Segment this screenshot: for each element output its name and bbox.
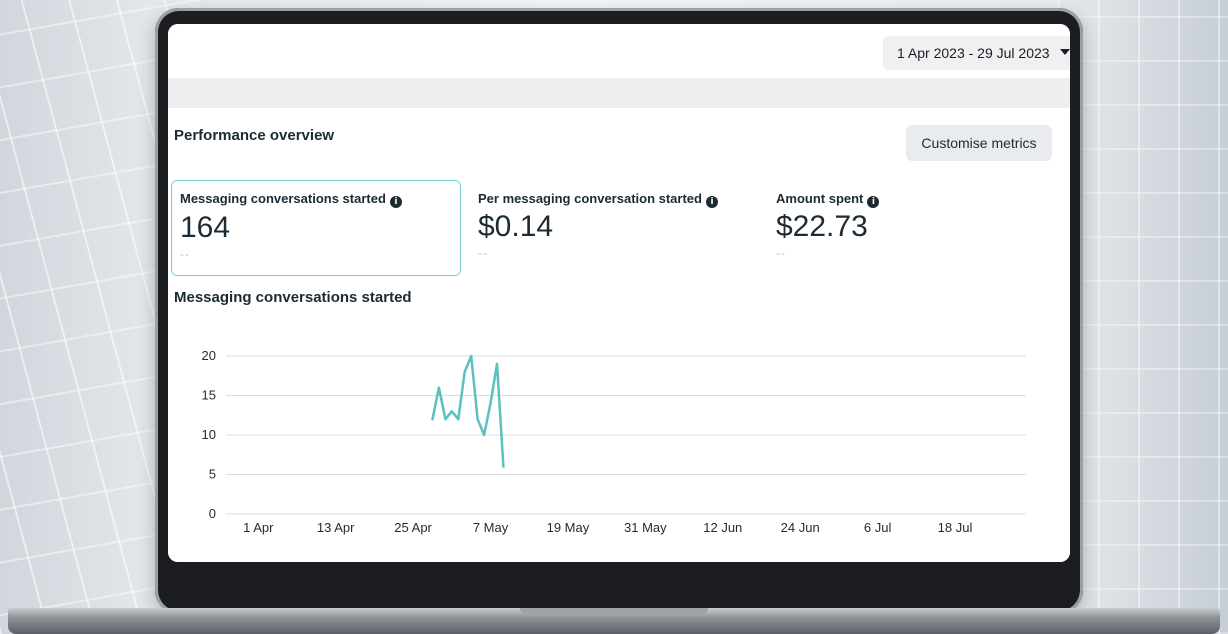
x-tick-label: 13 Apr <box>317 520 355 535</box>
top-bar: 1 Apr 2023 - 29 Jul 2023 <box>168 24 1070 78</box>
metric-value: 164 <box>180 211 231 244</box>
metric-label: Messaging conversations started i <box>180 191 402 208</box>
metric-card-cost-per-conversation[interactable]: Per messaging conversation started i $0.1… <box>470 180 760 276</box>
x-tick-label: 31 May <box>624 520 667 535</box>
metric-comparison: -- <box>776 246 786 260</box>
chart-title: Messaging conversations started <box>174 289 412 306</box>
metric-card-amount-spent[interactable]: Amount spent i $22.73 -- <box>768 180 1058 276</box>
y-tick-label: 20 <box>202 348 216 363</box>
metric-label: Per messaging conversation started i <box>478 191 718 208</box>
x-tick-label: 1 Apr <box>243 520 274 535</box>
x-tick-label: 19 May <box>547 520 590 535</box>
laptop-screen: 1 Apr 2023 - 29 Jul 2023 Performance ove… <box>168 24 1070 562</box>
x-tick-label: 18 Jul <box>938 520 973 535</box>
info-icon[interactable]: i <box>867 196 880 208</box>
date-range-picker[interactable]: 1 Apr 2023 - 29 Jul 2023 <box>883 36 1070 70</box>
metric-label-text: Per messaging conversation started <box>478 191 702 206</box>
metric-comparison: -- <box>478 246 488 260</box>
y-tick-label: 10 <box>202 427 216 442</box>
info-icon[interactable]: i <box>705 196 718 208</box>
metric-card-messaging-conversations[interactable]: Messaging conversations started i 164 -- <box>171 180 461 276</box>
x-tick-label: 7 May <box>473 520 509 535</box>
metric-label: Amount spent i <box>776 191 880 208</box>
header-divider-band <box>168 78 1070 108</box>
metric-label-text: Amount spent <box>776 191 864 206</box>
series-line <box>431 354 505 468</box>
y-tick-label: 0 <box>209 506 216 521</box>
y-tick-label: 15 <box>202 388 216 403</box>
metric-value: $0.14 <box>478 210 554 243</box>
line-chart: 0 5 10 15 20 1 Apr 13 Apr 25 Apr 7 May 19 May 31 M… <box>202 348 1026 535</box>
chevron-down-icon[interactable] <box>1060 49 1070 55</box>
x-tick-label: 12 Jun <box>703 520 742 535</box>
info-icon[interactable]: i <box>389 196 402 208</box>
customise-metrics-button[interactable]: Customise metrics <box>906 125 1052 161</box>
y-tick-label: 5 <box>209 467 216 482</box>
x-tick-label: 25 Apr <box>394 520 432 535</box>
x-tick-label: 6 Jul <box>864 520 892 535</box>
metric-comparison: -- <box>180 247 190 261</box>
x-tick-label: 24 Jun <box>781 520 820 535</box>
background-building-right <box>1058 0 1228 634</box>
metric-value: $22.73 <box>776 210 868 243</box>
date-range-label: 1 Apr 2023 - 29 Jul 2023 <box>897 45 1050 61</box>
performance-overview-card: Performance overview Customise metrics M… <box>168 108 1070 562</box>
laptop-notch <box>520 608 708 614</box>
performance-overview-title: Performance overview <box>174 127 335 144</box>
metric-label-text: Messaging conversations started <box>180 191 386 206</box>
